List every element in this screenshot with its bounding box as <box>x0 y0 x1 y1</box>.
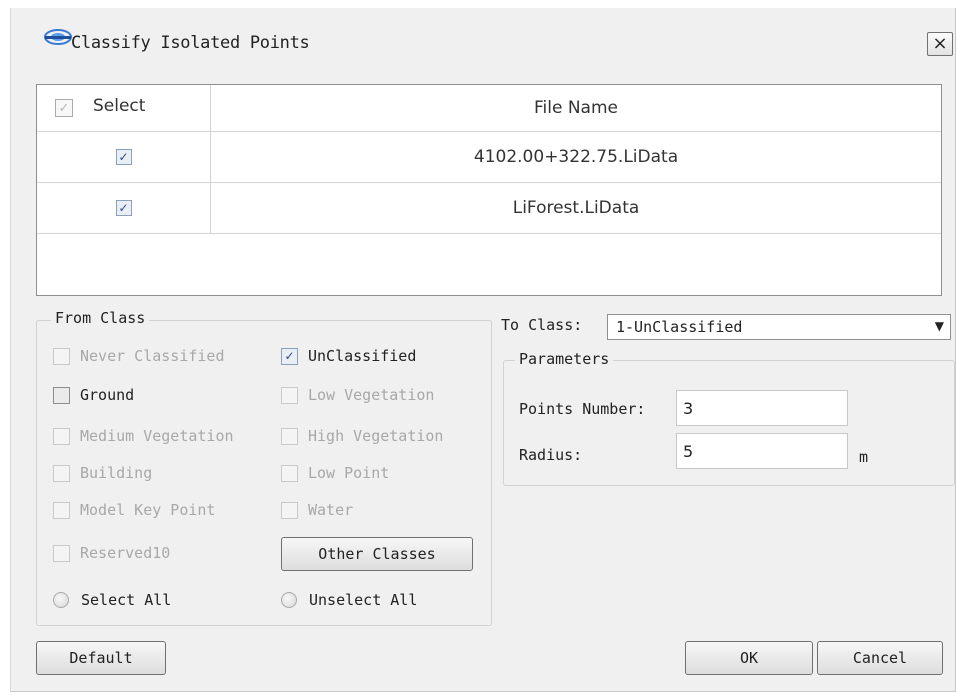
file-table: ✓ Select File Name ✓ 4102.00+322.75.LiDa… <box>36 84 942 296</box>
unselect-all-radio[interactable]: Unselect All <box>281 590 417 610</box>
column-header-select-label: Select <box>93 96 146 116</box>
select-all-radio[interactable]: Select All <box>53 590 171 610</box>
row-checkbox[interactable]: ✓ <box>115 200 132 216</box>
check-icon: ✓ <box>281 347 298 365</box>
table-cell-select: ✓ <box>37 132 211 182</box>
radius-label: Radius: <box>519 446 583 464</box>
table-row[interactable]: ✓ 4102.00+322.75.LiData <box>37 132 941 183</box>
chevron-down-icon: ▼ <box>934 319 944 333</box>
row-checkbox[interactable]: ✓ <box>115 149 132 165</box>
default-button[interactable]: Default <box>36 641 166 675</box>
other-classes-button[interactable]: Other Classes <box>281 537 473 571</box>
check-icon: ✓ <box>58 100 70 116</box>
class-checkbox-never-classified[interactable]: Never Classified <box>53 346 225 366</box>
to-class-dropdown[interactable]: 1-UnClassified ▼ <box>607 314 951 340</box>
column-header-select[interactable]: ✓ Select <box>37 85 211 132</box>
select-all-files-checkbox[interactable]: ✓ <box>55 99 73 117</box>
table-cell-file-name: 4102.00+322.75.LiData <box>473 147 679 167</box>
class-checkbox-low-vegetation[interactable]: Low Vegetation <box>281 385 434 405</box>
table-cell-select: ✓ <box>37 183 211 233</box>
class-checkbox-model-key-point[interactable]: Model Key Point <box>53 500 215 520</box>
title-bar: Classify Isolated Points × <box>11 8 955 78</box>
lidar360-logo-icon <box>44 29 72 45</box>
table-cell-file-name: LiForest.LiData <box>512 198 640 218</box>
parameters-title: Parameters <box>515 350 614 368</box>
from-class-title: From Class <box>51 309 150 327</box>
radius-unit: m <box>859 448 869 466</box>
to-class-label: To Class: <box>501 316 583 334</box>
points-number-label: Points Number: <box>519 400 646 418</box>
cancel-button[interactable]: Cancel <box>817 641 943 675</box>
check-icon: ✓ <box>118 201 129 215</box>
class-checkbox-reserved10[interactable]: Reserved10 <box>53 543 170 563</box>
check-icon: ✓ <box>118 150 129 164</box>
ok-button[interactable]: OK <box>685 641 813 675</box>
column-header-file-name-label: File Name <box>533 98 618 118</box>
class-checkbox-building[interactable]: Building <box>53 463 152 483</box>
class-checkbox-water[interactable]: Water <box>281 500 353 520</box>
class-checkbox-unclassified[interactable]: ✓ UnClassified <box>281 346 416 366</box>
radius-input[interactable]: 5 <box>676 433 848 469</box>
class-checkbox-ground[interactable]: Ground <box>53 385 134 405</box>
close-icon: × <box>932 33 948 54</box>
class-checkbox-high-vegetation[interactable]: High Vegetation <box>281 426 443 446</box>
dialog-title: Classify Isolated Points <box>71 33 310 53</box>
points-number-input[interactable]: 3 <box>676 390 848 426</box>
class-checkbox-low-point[interactable]: Low Point <box>281 463 389 483</box>
to-class-selected-value: 1-UnClassified <box>616 318 743 336</box>
classify-isolated-points-dialog: Classify Isolated Points × ✓ Select File… <box>10 8 956 692</box>
close-button[interactable]: × <box>927 32 953 56</box>
class-checkbox-medium-vegetation[interactable]: Medium Vegetation <box>53 426 234 446</box>
column-header-file-name[interactable]: File Name <box>211 85 941 132</box>
table-row[interactable]: ✓ LiForest.LiData <box>37 183 941 234</box>
